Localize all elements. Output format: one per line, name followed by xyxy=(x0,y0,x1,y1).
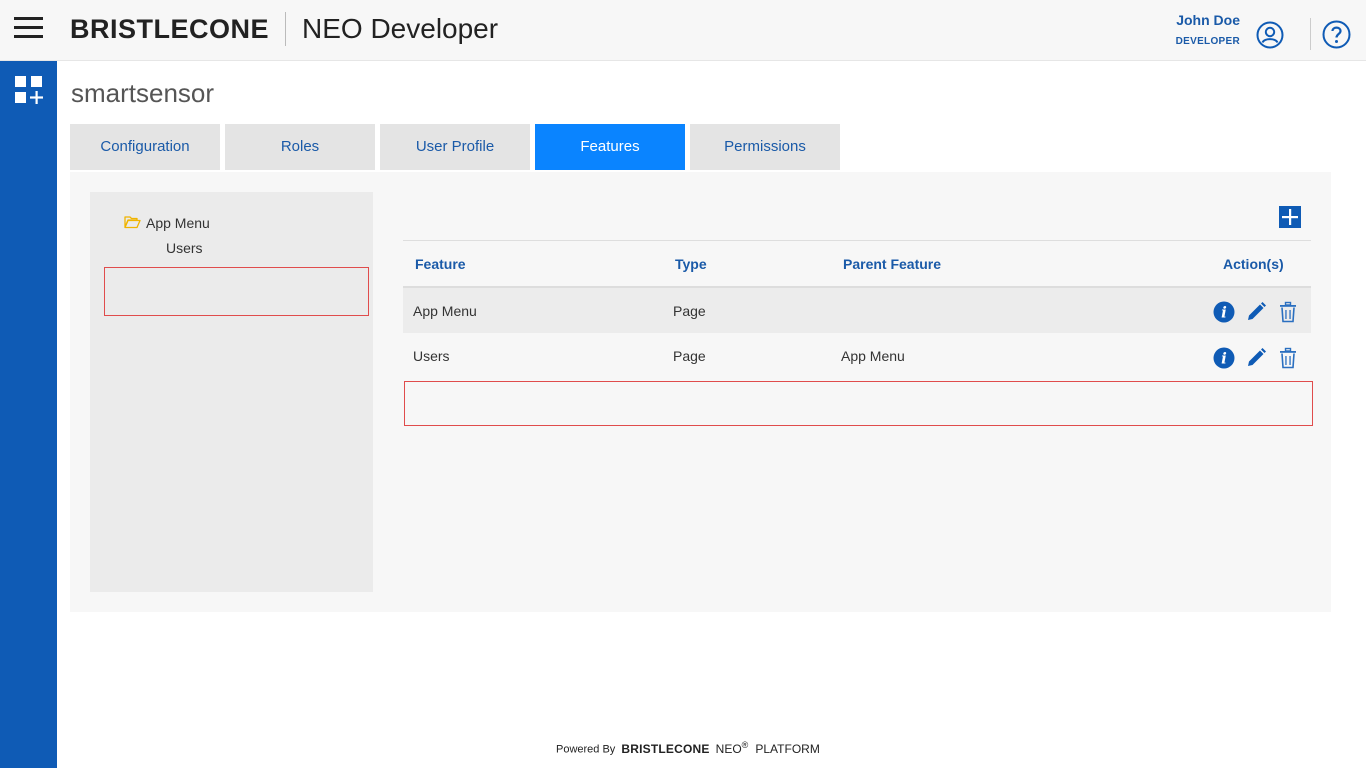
help-icon[interactable] xyxy=(1322,20,1351,49)
edit-pencil-icon[interactable] xyxy=(1245,347,1267,369)
page-title: smartsensor xyxy=(71,78,215,108)
cell-parent-feature: App Menu xyxy=(841,348,905,364)
cell-type: Page xyxy=(673,303,706,319)
tab-permissions[interactable]: Permissions xyxy=(690,124,840,170)
footer-neo: NEO xyxy=(715,741,742,756)
hamburger-menu-icon[interactable] xyxy=(14,15,43,39)
footer-registered-mark: ® xyxy=(741,740,749,750)
cell-feature: App Menu xyxy=(413,303,477,319)
tab-user-profile[interactable]: User Profile xyxy=(380,124,530,170)
tab-roles[interactable]: Roles xyxy=(225,124,375,170)
tree-item-users[interactable]: Users xyxy=(166,240,203,256)
brand-logo: BRISTLECONE xyxy=(70,14,270,44)
column-header-feature: Feature xyxy=(415,256,466,272)
header-divider xyxy=(285,12,286,46)
column-header-parent-feature: Parent Feature xyxy=(843,256,942,272)
cell-feature: Users xyxy=(413,348,450,364)
user-role: DEVELOPER xyxy=(1175,36,1240,47)
footer: Powered By BRISTLECONE NEO® PLATFORM xyxy=(556,740,820,756)
user-name[interactable]: John Doe xyxy=(1176,12,1240,28)
table-row: App Menu Page i xyxy=(403,286,1311,334)
footer-powered-by: Powered By xyxy=(556,743,616,756)
info-icon[interactable]: i xyxy=(1213,301,1235,323)
folder-open-icon xyxy=(124,216,141,229)
left-nav-rail xyxy=(0,61,57,768)
feature-tree xyxy=(90,192,373,592)
add-feature-icon[interactable] xyxy=(1279,206,1301,228)
table-row: Users Page App Menu i xyxy=(403,333,1311,379)
top-bar: BRISTLECONE NEO Developer John Doe DEVEL… xyxy=(0,0,1366,61)
footer-brand: BRISTLECONE xyxy=(621,741,710,756)
tree-item-app-menu[interactable]: App Menu xyxy=(146,215,210,231)
user-profile-icon[interactable] xyxy=(1256,21,1284,49)
column-header-actions: Action(s) xyxy=(1223,256,1284,272)
header-divider-right xyxy=(1310,18,1311,50)
cell-type: Page xyxy=(673,348,706,364)
column-header-type: Type xyxy=(675,256,707,272)
edit-pencil-icon[interactable] xyxy=(1245,301,1267,323)
tree-highlight-box xyxy=(104,267,369,316)
tab-features[interactable]: Features xyxy=(535,124,685,170)
svg-text:i: i xyxy=(1221,350,1227,368)
info-icon[interactable]: i xyxy=(1213,347,1235,369)
apps-add-icon[interactable] xyxy=(14,75,44,105)
delete-trash-icon[interactable] xyxy=(1277,301,1299,323)
footer-platform: PLATFORM xyxy=(755,741,820,756)
delete-trash-icon[interactable] xyxy=(1277,347,1299,369)
app-title: NEO Developer xyxy=(302,13,499,44)
tab-configuration[interactable]: Configuration xyxy=(70,124,220,170)
table-highlight-box xyxy=(404,381,1313,426)
svg-text:i: i xyxy=(1221,304,1227,322)
table-top-border xyxy=(403,240,1311,241)
